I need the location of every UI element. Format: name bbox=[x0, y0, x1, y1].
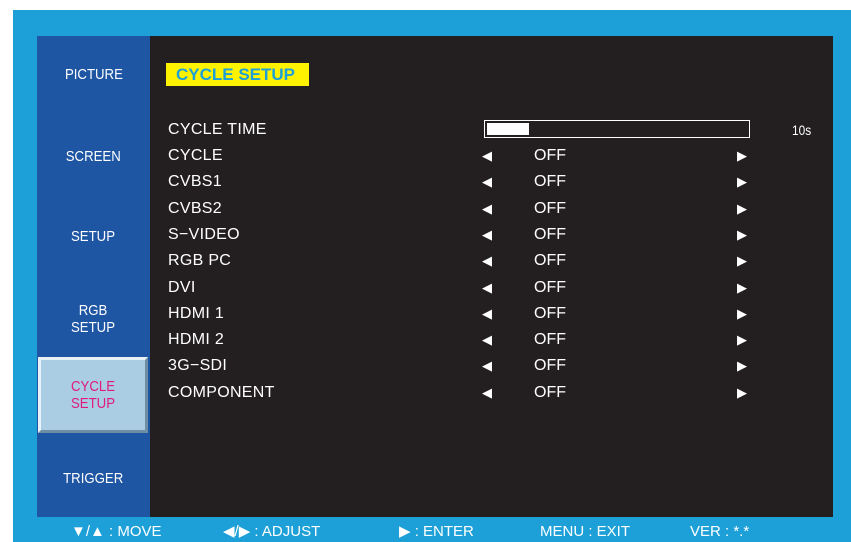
sidebar-item-label: SETUP bbox=[71, 227, 116, 245]
setting-value: OFF bbox=[534, 304, 566, 322]
sidebar-item-cycle-setup[interactable]: CYCLE SETUP bbox=[38, 357, 148, 433]
setting-label: DVI bbox=[168, 278, 196, 296]
osd-frame: PICTURE SCREEN SETUP RGB SETUP TRIGGER C… bbox=[13, 10, 851, 542]
arrow-left-icon[interactable]: ◀ bbox=[482, 275, 492, 301]
footer-version: VER : *.* bbox=[690, 523, 750, 540]
setting-row[interactable]: CYCLE ◀ OFF ▶ bbox=[150, 143, 833, 169]
arrow-right-icon[interactable]: ▶ bbox=[737, 353, 747, 379]
arrow-left-icon[interactable]: ◀ bbox=[482, 353, 492, 379]
arrow-right-icon[interactable]: ▶ bbox=[737, 275, 747, 301]
arrow-right-icon[interactable]: ▶ bbox=[737, 222, 747, 248]
setting-value: OFF bbox=[534, 357, 566, 375]
arrow-left-icon[interactable]: ◀ bbox=[482, 143, 492, 169]
setting-row[interactable]: S−VIDEO ◀ OFF ▶ bbox=[150, 222, 833, 248]
setting-row[interactable]: CVBS2 ◀ OFF ▶ bbox=[150, 196, 833, 222]
arrow-left-icon[interactable]: ◀ bbox=[482, 380, 492, 406]
setting-label: HDMI 2 bbox=[168, 331, 225, 349]
arrow-right-icon[interactable]: ▶ bbox=[737, 248, 747, 274]
sidebar-item-screen[interactable]: SCREEN bbox=[37, 134, 150, 178]
cycle-time-row: CYCLE TIME 10s bbox=[150, 117, 833, 143]
sidebar-item-label: RGB SETUP bbox=[71, 302, 116, 336]
cycle-time-label: CYCLE TIME bbox=[168, 121, 267, 138]
arrow-right-icon[interactable]: ▶ bbox=[737, 143, 747, 169]
cycle-setup-panel: CYCLE SETUP CYCLE TIME 10s CYCLE ◀ OFF ▶ CVB… bbox=[150, 36, 833, 517]
setting-label: HDMI 1 bbox=[168, 304, 225, 322]
arrow-right-icon[interactable]: ▶ bbox=[737, 380, 747, 406]
arrow-right-icon[interactable]: ▶ bbox=[737, 301, 747, 327]
setting-label: CVBS2 bbox=[168, 199, 222, 217]
setting-row[interactable]: CVBS1 ◀ OFF ▶ bbox=[150, 169, 833, 195]
setting-value: OFF bbox=[534, 225, 566, 243]
sidebar-item-label: SCREEN bbox=[65, 147, 121, 165]
setting-value: OFF bbox=[534, 199, 566, 217]
setting-row[interactable]: RGB PC ◀ OFF ▶ bbox=[150, 248, 833, 274]
setting-row[interactable]: HDMI 2 ◀ OFF ▶ bbox=[150, 327, 833, 353]
cycle-time-slider[interactable] bbox=[484, 120, 750, 138]
setting-value: OFF bbox=[534, 173, 566, 191]
sidebar-item-label: PICTURE bbox=[64, 65, 123, 83]
setting-value: OFF bbox=[534, 278, 566, 296]
arrow-left-icon[interactable]: ◀ bbox=[482, 301, 492, 327]
arrow-right-icon[interactable]: ▶ bbox=[737, 196, 747, 222]
arrow-right-icon[interactable]: ▶ bbox=[737, 327, 747, 353]
cycle-time-slider-fill bbox=[487, 123, 529, 135]
page-title: CYCLE SETUP bbox=[166, 63, 310, 86]
setting-value: OFF bbox=[534, 252, 566, 270]
setting-row[interactable]: HDMI 1 ◀ OFF ▶ bbox=[150, 301, 833, 327]
arrow-left-icon[interactable]: ◀ bbox=[482, 327, 492, 353]
footer-move-hint: ▼/▲ : MOVE bbox=[71, 523, 162, 540]
sidebar-item-rgb-setup[interactable]: RGB SETUP bbox=[37, 294, 150, 344]
arrow-left-icon[interactable]: ◀ bbox=[482, 196, 492, 222]
sidebar-item-picture[interactable]: PICTURE bbox=[37, 52, 150, 96]
setting-label: 3G−SDI bbox=[168, 357, 228, 375]
arrow-left-icon[interactable]: ◀ bbox=[482, 222, 492, 248]
setting-row[interactable]: 3G−SDI ◀ OFF ▶ bbox=[150, 353, 833, 379]
sidebar-item-label: TRIGGER bbox=[63, 469, 124, 487]
setting-label: COMPONENT bbox=[168, 383, 275, 401]
setting-value: OFF bbox=[534, 147, 566, 164]
footer-exit-hint: MENU : EXIT bbox=[540, 523, 631, 540]
setting-value: OFF bbox=[534, 331, 566, 349]
setting-label: CVBS1 bbox=[168, 173, 222, 191]
sidebar-item-label: CYCLE SETUP bbox=[70, 378, 116, 412]
sidebar-item-trigger[interactable]: TRIGGER bbox=[37, 456, 150, 500]
setting-value: OFF bbox=[534, 383, 566, 401]
footer-adjust-hint: ◀/▶ : ADJUST bbox=[223, 523, 321, 540]
setting-label: S−VIDEO bbox=[168, 225, 240, 243]
setting-label: RGB PC bbox=[168, 252, 232, 270]
footer-help-bar: ▼/▲ : MOVE ◀/▶ : ADJUST ▶ : ENTER MENU :… bbox=[13, 521, 851, 542]
setting-row[interactable]: DVI ◀ OFF ▶ bbox=[150, 275, 833, 301]
cycle-time-value: 10s bbox=[792, 122, 812, 138]
setting-label: CYCLE bbox=[168, 147, 223, 164]
arrow-left-icon[interactable]: ◀ bbox=[482, 248, 492, 274]
setting-row[interactable]: COMPONENT ◀ OFF ▶ bbox=[150, 380, 833, 406]
sidebar: PICTURE SCREEN SETUP RGB SETUP TRIGGER bbox=[37, 36, 150, 517]
arrow-right-icon[interactable]: ▶ bbox=[737, 169, 747, 195]
sidebar-item-setup[interactable]: SETUP bbox=[37, 214, 150, 258]
arrow-left-icon[interactable]: ◀ bbox=[482, 169, 492, 195]
footer-enter-hint: ▶ : ENTER bbox=[399, 523, 474, 540]
